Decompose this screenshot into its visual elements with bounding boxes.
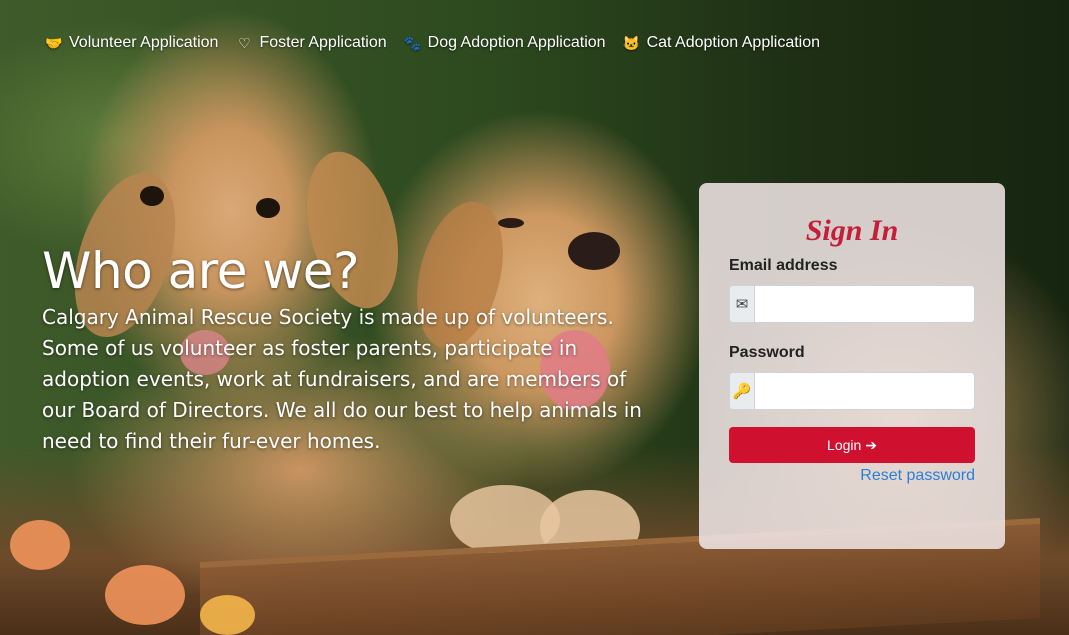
hero-section: Who are we? Calgary Animal Rescue Societ… (42, 240, 662, 457)
nav-item-label: Volunteer Application (69, 34, 219, 51)
puppy-eye (140, 186, 164, 206)
hero-title: Who are we? (42, 242, 360, 300)
nav-cat-adoption-application[interactable]: 🐱 Cat Adoption Application (622, 34, 820, 52)
sign-in-icon: ➔ (865, 436, 877, 453)
paw-icon: 🐾 (403, 34, 422, 51)
handshake-icon: 🤝 (45, 34, 63, 51)
heart-icon: ♡ (238, 34, 251, 51)
nav-item-label: Foster Application (259, 34, 387, 51)
nav-volunteer-application[interactable]: 🤝 Volunteer Application (44, 34, 218, 52)
email-label: Email address (729, 257, 838, 274)
email-field[interactable] (754, 285, 975, 323)
top-nav: 🤝 Volunteer Application ♡ Foster Applica… (44, 34, 820, 52)
puppy-eye (498, 218, 524, 228)
password-field[interactable] (754, 372, 975, 410)
nav-foster-application[interactable]: ♡ Foster Application (234, 34, 386, 52)
flower (200, 595, 255, 635)
flower (105, 565, 185, 625)
reset-password-link[interactable]: Reset password (729, 467, 975, 485)
nav-item-label: Cat Adoption Application (646, 34, 821, 51)
password-field-group: 🔑 (729, 372, 975, 410)
cat-icon: 🐱 (622, 34, 641, 51)
key-icon: 🔑 (729, 372, 754, 410)
sign-in-title: Sign In (805, 214, 899, 247)
nav-item-label: Dog Adoption Application (427, 34, 606, 51)
flower (10, 520, 70, 570)
sign-in-card: Sign In Email address ✉ Password 🔑 Login… (699, 183, 1005, 549)
hero-body: Calgary Animal Rescue Society is made up… (42, 305, 642, 453)
email-field-group: ✉ (729, 285, 975, 323)
login-button-label: Login (827, 436, 862, 453)
envelope-icon: ✉ (729, 285, 754, 323)
puppy-eye (256, 198, 280, 218)
login-button[interactable]: Login ➔ (729, 427, 975, 463)
password-label: Password (729, 344, 805, 361)
nav-dog-adoption-application[interactable]: 🐾 Dog Adoption Application (403, 34, 606, 52)
